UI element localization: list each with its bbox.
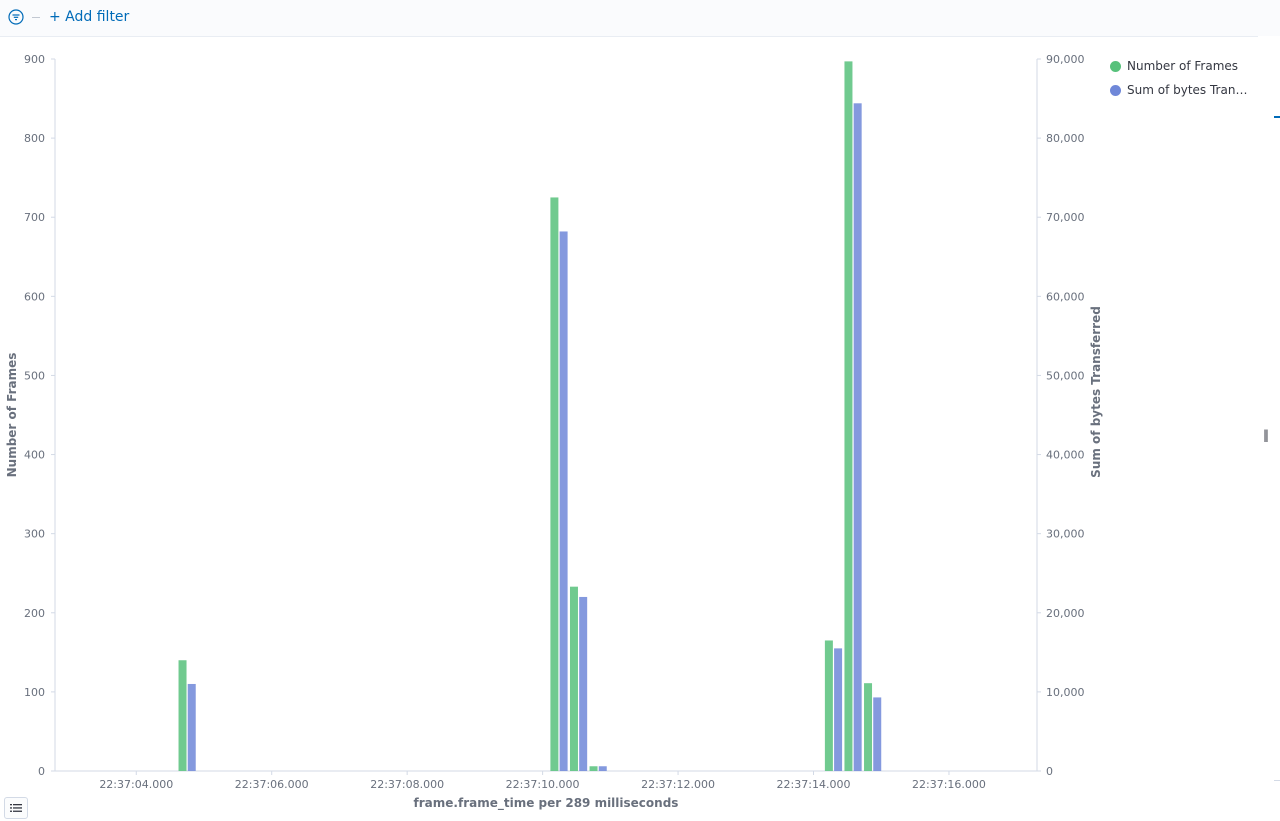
chart-legend: Number of Frames Sum of bytes Transf... [1110,54,1255,102]
legend-dot-frames [1110,60,1121,72]
x-tick-label: 22:37:12.000 [641,778,715,791]
left-y-tick-label: 500 [24,369,45,382]
x-tick-label: 22:37:10.000 [506,778,580,791]
x-tick-label: 22:37:06.000 [235,778,309,791]
right-y-tick-label: 70,000 [1046,211,1085,224]
filter-bar: + Add filter [0,0,1280,37]
legend-item-frames[interactable]: Number of Frames [1110,54,1255,78]
panel-accent [1274,116,1280,118]
right-y-tick-label: 30,000 [1046,528,1085,541]
bar-bytes [853,103,862,771]
filter-separator [32,17,40,18]
left-y-tick-label: 900 [24,53,45,66]
filter-icon[interactable] [8,9,24,25]
left-y-tick-label: 800 [24,132,45,145]
bar-bytes [187,683,196,771]
right-y-tick-label: 0 [1046,765,1053,778]
list-icon [10,804,22,812]
bar-bytes [598,766,607,771]
bar-frames [569,586,578,771]
left-y-tick-label: 700 [24,211,45,224]
x-tick-label: 22:37:04.000 [99,778,173,791]
bar-frames [178,660,187,771]
legend-label-frames: Number of Frames [1127,59,1239,73]
bar-frames [844,61,853,771]
legend-dot-bytes [1110,84,1121,96]
left-y-axis-title: Number of Frames [5,353,19,478]
collapse-handle-icon[interactable]: ‖ [1263,428,1269,442]
right-y-tick-label: 60,000 [1046,290,1085,303]
left-y-tick-label: 200 [24,607,45,620]
panel-divider [1274,780,1280,781]
left-y-tick-label: 400 [24,449,45,462]
legend-toggle-button[interactable] [4,797,28,819]
bar-bytes [579,596,588,771]
bar-frames [589,766,598,771]
x-tick-label: 22:37:16.000 [912,778,986,791]
left-y-tick-label: 0 [38,765,45,778]
left-y-tick-label: 600 [24,290,45,303]
x-tick-label: 22:37:14.000 [777,778,851,791]
left-y-tick-label: 300 [24,528,45,541]
bar-bytes [873,697,882,771]
bar-frames [824,640,833,771]
right-y-tick-label: 10,000 [1046,686,1085,699]
legend-label-bytes: Sum of bytes Transf... [1127,83,1249,97]
right-y-tick-label: 50,000 [1046,369,1085,382]
bar-bytes [559,231,568,771]
bar-frames [864,683,873,771]
left-y-tick-label: 100 [24,686,45,699]
bar-frames [550,197,559,771]
right-y-tick-label: 20,000 [1046,607,1085,620]
right-y-tick-label: 80,000 [1046,132,1085,145]
x-tick-label: 22:37:08.000 [370,778,444,791]
legend-item-bytes[interactable]: Sum of bytes Transf... [1110,78,1255,102]
add-filter-button[interactable]: + Add filter [49,9,129,25]
x-axis-title: frame.frame_time per 289 milliseconds [414,796,679,811]
chart: 0 100 200 300 400 500 600 700 800 900 0 10,000 20,00… [5,53,1103,811]
right-y-tick-label: 90,000 [1046,53,1085,66]
right-y-axis-title: Sum of bytes Transferred [1089,306,1103,478]
right-panel-edge [1258,36,1280,821]
bar-bytes [834,648,843,771]
right-y-tick-label: 40,000 [1046,449,1085,462]
